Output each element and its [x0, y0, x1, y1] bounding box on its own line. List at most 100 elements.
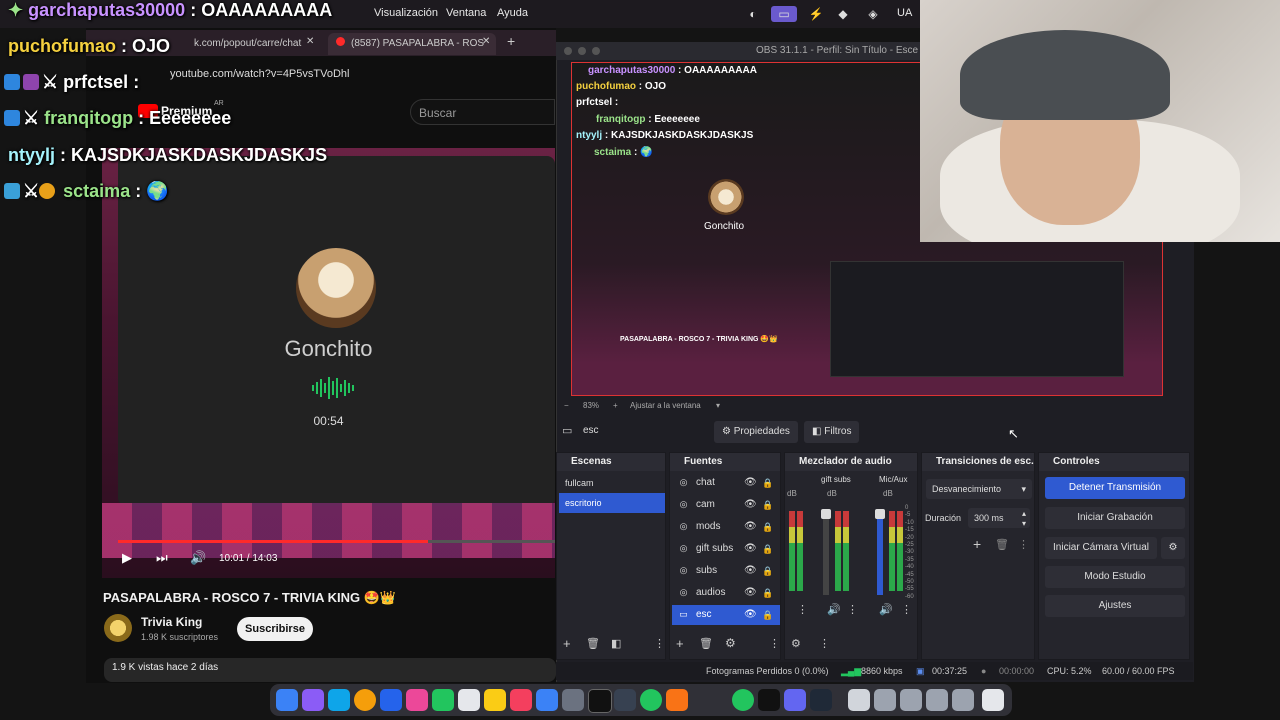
music-icon[interactable]: [510, 689, 532, 711]
source-item[interactable]: ◎ audios 👁 🔒: [672, 583, 780, 603]
lock-icon[interactable]: 🔒: [762, 605, 773, 625]
trash-icon[interactable]: 🗑: [995, 538, 1009, 551]
play-icon[interactable]: ▶: [122, 550, 132, 566]
obs-icon[interactable]: [588, 689, 612, 713]
arrow-icon[interactable]: ◆: [835, 6, 851, 22]
trash-icon[interactable]: 🗑: [586, 637, 600, 650]
globe-icon[interactable]: ◈: [865, 6, 881, 22]
window-close-icon[interactable]: [564, 47, 572, 55]
whatsapp-icon[interactable]: [640, 689, 662, 711]
more-icon[interactable]: ⋮: [769, 637, 780, 650]
volume-slider[interactable]: [875, 509, 885, 595]
address-bar[interactable]: youtube.com/watch?v=4P5vsTVoDhl: [170, 62, 550, 86]
more-icon[interactable]: ⋮: [797, 603, 808, 616]
lock-icon[interactable]: 🔒: [762, 473, 773, 493]
window-icon[interactable]: [874, 689, 896, 711]
zoom-out-icon[interactable]: −: [564, 398, 569, 414]
menu-ayuda[interactable]: Ayuda: [497, 7, 528, 19]
source-item[interactable]: ◎ cam 👁 🔒: [672, 495, 780, 515]
lock-icon[interactable]: 🔒: [762, 539, 773, 559]
volume-icon[interactable]: 🔊: [190, 550, 206, 566]
filters-button[interactable]: ◧ Filtros: [804, 421, 860, 443]
trash-icon[interactable]: 🗑: [699, 637, 713, 650]
video-progress-bar[interactable]: [118, 540, 555, 543]
video-description[interactable]: 1.9 K vistas hace 2 días: [104, 658, 556, 682]
gear-icon[interactable]: ⚙: [725, 636, 736, 650]
status-icon[interactable]: ◐: [745, 6, 761, 22]
eye-icon[interactable]: 👁: [744, 583, 757, 603]
filter-icon[interactable]: ◧: [611, 637, 621, 650]
add-icon[interactable]: +: [973, 536, 981, 552]
chevron-down-icon[interactable]: ▾: [716, 398, 720, 414]
scene-item[interactable]: fullcam: [559, 473, 665, 493]
window-minimize-icon[interactable]: [578, 47, 586, 55]
app-icon[interactable]: [810, 689, 832, 711]
eye-icon[interactable]: 👁: [744, 605, 757, 625]
more-icon[interactable]: ⋮: [847, 603, 858, 616]
add-icon[interactable]: +: [563, 636, 571, 651]
notes-icon[interactable]: [484, 689, 506, 711]
more-icon[interactable]: ⋮: [819, 637, 830, 650]
window-icon[interactable]: [926, 689, 948, 711]
source-item[interactable]: ◎ mods 👁 🔒: [672, 517, 780, 537]
eye-icon[interactable]: 👁: [744, 561, 757, 581]
channel-avatar[interactable]: [104, 614, 132, 642]
screen-icon[interactable]: ▭: [771, 6, 797, 22]
studio-mode-button[interactable]: Modo Estudio: [1045, 566, 1185, 588]
eye-icon[interactable]: 👁: [744, 517, 757, 537]
tab-youtube[interactable]: (8587) PASAPALABRA - ROS: [328, 33, 496, 55]
tab-chat[interactable]: k.com/popout/carre/chat: [186, 33, 324, 55]
next-icon[interactable]: ⏭: [156, 550, 168, 566]
source-item[interactable]: ▭ esc 👁 🔒: [672, 605, 780, 625]
virtual-camera-settings-button[interactable]: ⚙: [1161, 537, 1185, 559]
new-tab-icon[interactable]: +: [507, 33, 515, 49]
fit-to-window[interactable]: Ajustar a la ventana: [630, 398, 701, 414]
duration-stepper[interactable]: 300 ms ▴ ▾: [968, 508, 1030, 528]
volume-slider[interactable]: [821, 509, 831, 595]
video-player[interactable]: Gonchito 00:54 ▶ ⏭ 🔊 10:01 / 14:03: [102, 148, 555, 578]
app-icon[interactable]: [614, 689, 636, 711]
source-item[interactable]: ◎ gift subs 👁 🔒: [672, 539, 780, 559]
search-input[interactable]: Buscar: [410, 99, 555, 125]
scene-item[interactable]: escritorio: [559, 493, 665, 513]
capcut-icon[interactable]: [758, 689, 780, 711]
facetime-icon[interactable]: [432, 689, 454, 711]
spotify-icon[interactable]: [732, 689, 754, 711]
zoom-in-icon[interactable]: +: [613, 398, 618, 414]
slider-handle[interactable]: [821, 509, 831, 519]
more-icon[interactable]: ⋮: [654, 637, 665, 650]
launchpad-icon[interactable]: [302, 689, 324, 711]
trash-icon[interactable]: [982, 689, 1004, 711]
subscribe-button[interactable]: Suscribirse: [237, 617, 313, 641]
more-icon[interactable]: ⋮: [901, 603, 912, 616]
transition-select[interactable]: Desvanecimiento ▾: [926, 479, 1032, 499]
chrome-icon[interactable]: [354, 689, 376, 711]
discord-icon[interactable]: [784, 689, 806, 711]
channel-name[interactable]: Trivia King: [141, 615, 202, 629]
bolt-icon[interactable]: ⚡: [808, 6, 824, 22]
window-icon[interactable]: [952, 689, 974, 711]
source-item[interactable]: ◎ chat 👁 🔒: [672, 473, 780, 493]
stop-stream-button[interactable]: Detener Transmisión: [1045, 477, 1185, 499]
settings-icon[interactable]: [562, 689, 584, 711]
more-icon[interactable]: ⋮: [1018, 538, 1029, 551]
window-icon[interactable]: [900, 689, 922, 711]
speaker-icon[interactable]: 🔊: [879, 603, 893, 616]
properties-button[interactable]: ⚙ Propiedades: [714, 421, 798, 443]
menu-ventana[interactable]: Ventana: [446, 7, 486, 19]
eye-icon[interactable]: 👁: [744, 495, 757, 515]
appstore-icon[interactable]: [536, 689, 558, 711]
start-virtual-camera-button[interactable]: Iniciar Cámara Virtual: [1045, 537, 1157, 559]
mail-icon[interactable]: [380, 689, 402, 711]
lock-icon[interactable]: 🔒: [762, 561, 773, 581]
close-icon[interactable]: ✕: [306, 36, 314, 47]
calendar-icon[interactable]: [458, 689, 480, 711]
source-item[interactable]: ◎ subs 👁 🔒: [672, 561, 780, 581]
mixer-settings-icon[interactable]: ⚙: [791, 637, 801, 650]
firefox-icon[interactable]: [666, 689, 688, 711]
stepper-down-icon[interactable]: ▾: [1022, 514, 1026, 534]
settings-button[interactable]: Ajustes: [1045, 595, 1185, 617]
lock-icon[interactable]: 🔒: [762, 495, 773, 515]
finder-icon[interactable]: [276, 689, 298, 711]
document-icon[interactable]: [848, 689, 870, 711]
